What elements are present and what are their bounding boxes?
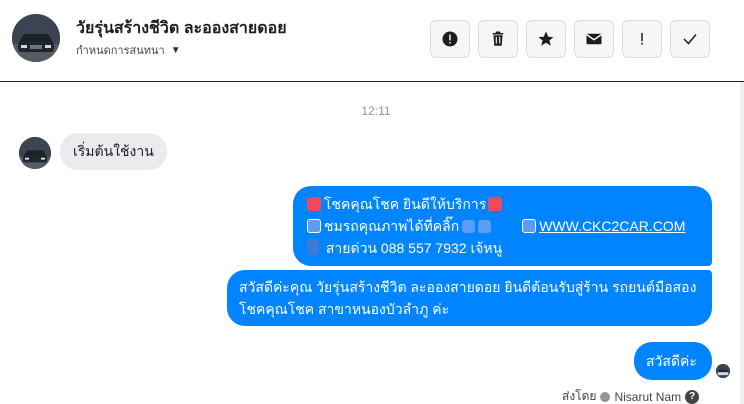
sent-check-icon [600,391,611,402]
message-timestamp: 12:11 [361,104,391,118]
caret-down-icon: ▼ [170,44,181,56]
conversation-schedule-dropdown[interactable]: กำหนดการสนทนา ▼ [76,41,181,59]
alert-circle-icon [442,31,458,47]
mark-unread-button[interactable] [574,20,614,58]
message-line-2: ชมรถคุณภาพได้ที่คลิ๊ก [324,218,460,234]
spam-button[interactable] [622,20,662,58]
mark-done-button[interactable] [670,20,710,58]
website-link[interactable]: WWW.CKC2CAR.COM [539,218,685,234]
exclamation-icon [641,33,643,45]
message-line: ชมรถคุณภาพได้ที่คลิ๊ก WWW.CKC2CAR.COM [307,215,698,237]
play-emoji-icon [522,219,537,233]
check-icon [683,34,697,45]
sent-by-label: ส่งโดย [562,389,597,403]
incoming-message[interactable]: เริ่มต้นใช้งาน [60,133,167,170]
star-button[interactable] [526,20,566,58]
mail-icon [586,33,602,45]
star-icon [538,31,554,46]
sent-by-name: Nisarut Nam [614,389,682,404]
message-line-3: สายด่วน 088 557 7932 เจ้หนู [325,240,503,256]
sent-by-info: ส่งโดย Nisarut Nam ? [562,387,700,404]
outgoing-message[interactable]: โชคคุณโชค ยินดีให้บริการ ชมรถคุณภาพได้ที… [293,186,712,266]
seen-avatar [716,364,730,378]
alert-button[interactable] [430,20,470,58]
message-line-1: โชคคุณโชค ยินดีให้บริการ [324,196,487,212]
outgoing-message[interactable]: สวัสดีค่ะคุณ วัยรุ่นสร้างชีวิต ละอองสายด… [227,270,712,326]
message-line: โชคคุณโชค ยินดีให้บริการ [307,193,698,215]
down-arrow-emoji-icon [462,220,476,233]
sparkle-emoji-icon [488,197,503,211]
mobile-phone-emoji-icon [307,239,319,255]
sender-avatar[interactable] [19,137,51,169]
conversation-schedule-label: กำหนดการสนทนา [76,45,165,57]
delete-button[interactable] [478,20,518,58]
conversation-toolbar [430,20,710,58]
down-arrow-emoji-icon [478,220,492,233]
sparkle-emoji-icon [307,197,321,211]
outgoing-message[interactable]: สวัสดีค่ะ [634,342,712,380]
help-icon[interactable]: ? [685,389,700,404]
contact-avatar[interactable] [12,14,60,62]
contact-name: วัยรุ่นสร้างชีวิต ละอองสายดอย [76,20,287,37]
message-line: สายด่วน 088 557 7932 เจ้หนู [307,237,698,259]
scrollbar[interactable] [740,82,744,404]
play-emoji-icon [307,219,321,233]
trash-icon [492,31,504,46]
conversation-header: วัยรุ่นสร้างชีวิต ละอองสายดอย กำหนดการสน… [0,0,744,82]
